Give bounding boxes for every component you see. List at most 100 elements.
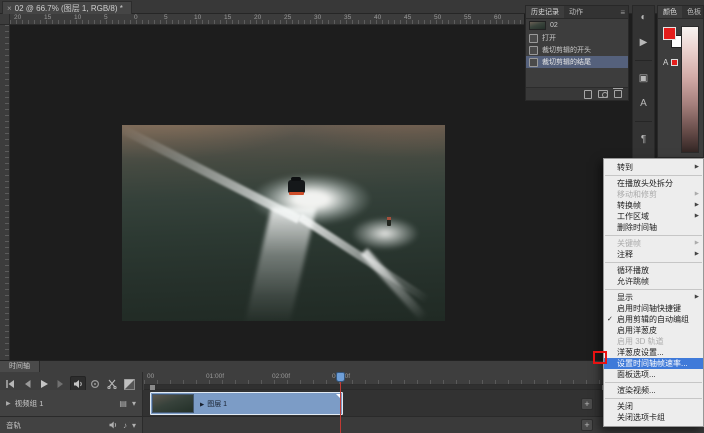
ruler-label: 10 <box>74 14 81 21</box>
panel-icon-properties-icon[interactable]: ◐ <box>636 10 651 25</box>
timecode-label: 00 <box>147 373 154 380</box>
ruler-label: 10 <box>194 14 201 21</box>
tab-timeline[interactable]: 时间轴 <box>0 361 40 372</box>
flyboard-rider <box>387 217 391 226</box>
menu-item-render-video[interactable]: 渲染视频... <box>604 385 703 396</box>
menu-item-close-tab-group[interactable]: 关闭选项卡组 <box>604 412 703 423</box>
history-list: 02 打开裁切剪辑的开头裁切剪辑的结尾 <box>526 19 628 87</box>
history-item[interactable]: 打开 <box>526 32 628 44</box>
boat <box>288 180 305 193</box>
menu-item-enable-auto-grouping-of-clips[interactable]: ✓启用剪辑的自动编组 <box>604 314 703 325</box>
menu-item-allow-frame-skipping[interactable]: 允许跳帧 <box>604 276 703 287</box>
submenu-arrow-icon: ▶ <box>695 200 699 211</box>
menu-item-enable-onion-skins[interactable]: 启用洋葱皮 <box>604 325 703 336</box>
boat-wake-foam <box>235 174 387 227</box>
menu-item-split-at-playhead[interactable]: 在播放头处拆分 <box>604 178 703 189</box>
add-audio-button[interactable]: + <box>581 419 593 431</box>
history-panel: 历史记录 动作 ≡ 02 打开裁切剪辑的开头裁切剪辑的结尾 <box>525 5 629 101</box>
ruler-label: 60 <box>494 14 501 21</box>
menu-item-label: 启用 3D 轨道 <box>617 337 664 346</box>
vertical-ruler <box>0 25 10 360</box>
rider-trail <box>361 248 428 321</box>
new-snapshot-icon[interactable] <box>598 90 608 98</box>
delete-state-icon[interactable] <box>614 90 622 98</box>
panel-icon-character-icon[interactable]: A <box>636 96 651 111</box>
disclosure-triangle-icon[interactable]: ▶ <box>6 400 11 407</box>
tab-color[interactable]: 颜色 <box>658 6 682 18</box>
video-clip[interactable]: ▶图层 1 <box>150 392 343 415</box>
music-note-icon[interactable]: ♪ <box>123 421 127 430</box>
submenu-arrow-icon: ▶ <box>695 211 699 222</box>
audio-track-header[interactable]: 音轨 ♪ ▾ <box>0 417 143 433</box>
timeline-panel: 时间轴 0001:00f02:00f03:00f ▶ 视频组 1 ▤ ▾ <box>0 360 704 433</box>
history-item[interactable]: 裁切剪辑的结尾 <box>526 56 628 68</box>
panel-icon-clone-source-icon[interactable]: ▣ <box>636 71 651 86</box>
tab-swatches[interactable]: 色板 <box>682 6 704 18</box>
ruler-label: 35 <box>344 14 351 21</box>
menu-separator <box>605 398 702 399</box>
menu-item-enable-timeline-shortcut-keys[interactable]: 启用时间轴快捷键 <box>604 303 703 314</box>
menu-item-keyframes[interactable]: 关键帧▶ <box>604 238 703 249</box>
clip-disclosure-icon[interactable]: ▶ <box>200 402 204 408</box>
history-state-icon <box>529 46 538 55</box>
ruler-label: 40 <box>374 14 381 21</box>
audio-track-name: 音轨 <box>6 420 21 431</box>
document-tab[interactable]: ×02 @ 66.7% (图层 1, RGB/8) * <box>2 1 132 14</box>
history-panel-footer <box>526 87 628 100</box>
new-document-from-state-icon[interactable] <box>584 90 592 99</box>
panel-icon-paragraph-icon[interactable]: ¶ <box>636 132 651 147</box>
gamut-warning-icon: A <box>663 58 668 67</box>
menu-item-delete-timeline[interactable]: 删除时间轴 <box>604 222 703 233</box>
ruler-label: 15 <box>44 14 51 21</box>
audio-track-menu-icon[interactable]: ▾ <box>132 421 136 430</box>
menu-item-go-to[interactable]: 转到▶ <box>604 162 703 173</box>
menu-item-close[interactable]: 关闭 <box>604 401 703 412</box>
menu-item-loop-playback[interactable]: 循环播放 <box>604 265 703 276</box>
color-ramp[interactable] <box>681 26 699 153</box>
foreground-color-swatch[interactable] <box>663 27 676 40</box>
close-tab-icon[interactable]: × <box>7 4 12 13</box>
ruler-label: 20 <box>254 14 261 21</box>
panel-icon-actions-icon[interactable]: ▶ <box>636 35 651 50</box>
menu-item-label: 在播放头处拆分 <box>617 179 673 188</box>
menu-item-label: 注释 <box>617 250 633 259</box>
menu-item-enable-3d-tracks[interactable]: 启用 3D 轨道 <box>604 336 703 347</box>
menu-separator <box>605 235 702 236</box>
tab-actions[interactable]: 动作 <box>564 6 588 18</box>
menu-item-label: 工作区域 <box>617 212 649 221</box>
menu-item-convert-frames[interactable]: 转换帧▶ <box>604 200 703 211</box>
ruler-label: 30 <box>314 14 321 21</box>
dock-divider <box>635 121 652 122</box>
ruler-corner <box>0 14 10 25</box>
submenu-arrow-icon: ▶ <box>695 189 699 200</box>
gamut-warning[interactable]: A <box>663 58 678 67</box>
history-item[interactable]: 裁切剪辑的开头 <box>526 44 628 56</box>
snapshot-thumbnail <box>529 21 546 30</box>
video-track-header[interactable]: ▶ 视频组 1 ▤ ▾ <box>0 390 143 416</box>
filmstrip-icon[interactable]: ▤ <box>119 399 127 408</box>
menu-item-label: 删除时间轴 <box>617 223 657 232</box>
snapshot-label: 02 <box>550 22 558 29</box>
menu-item-panel-options[interactable]: 面板选项... <box>604 369 703 380</box>
menu-item-comments[interactable]: 注释▶ <box>604 249 703 260</box>
playhead[interactable] <box>336 372 345 382</box>
menu-item-label: 转到 <box>617 163 633 172</box>
gamut-swatch <box>671 59 678 66</box>
tab-history[interactable]: 历史记录 <box>526 6 564 18</box>
menu-separator <box>605 175 702 176</box>
menu-item-move-and-trim[interactable]: 移动和修剪▶ <box>604 189 703 200</box>
timecode-label: 01:00f <box>206 373 224 380</box>
menu-item-label: 关键帧 <box>617 239 641 248</box>
menu-item-work-area[interactable]: 工作区域 ▶ <box>604 211 703 222</box>
menu-item-onion-skin-settings[interactable]: 洋葱皮设置... <box>604 347 703 358</box>
annotation-rectangle <box>593 351 607 364</box>
menu-item-show[interactable]: 显示▶ <box>604 292 703 303</box>
menu-item-set-timeline-frame-rate[interactable]: 设置时间轴帧速率... <box>604 358 703 369</box>
panel-menu-icon[interactable]: ≡ <box>617 6 628 18</box>
submenu-arrow-icon: ▶ <box>695 292 699 303</box>
history-state-icon <box>529 58 538 67</box>
speaker-icon[interactable] <box>109 421 118 431</box>
add-media-button[interactable]: + <box>581 398 593 410</box>
history-snapshot[interactable]: 02 <box>526 19 628 32</box>
track-menu-icon[interactable]: ▾ <box>132 399 136 408</box>
